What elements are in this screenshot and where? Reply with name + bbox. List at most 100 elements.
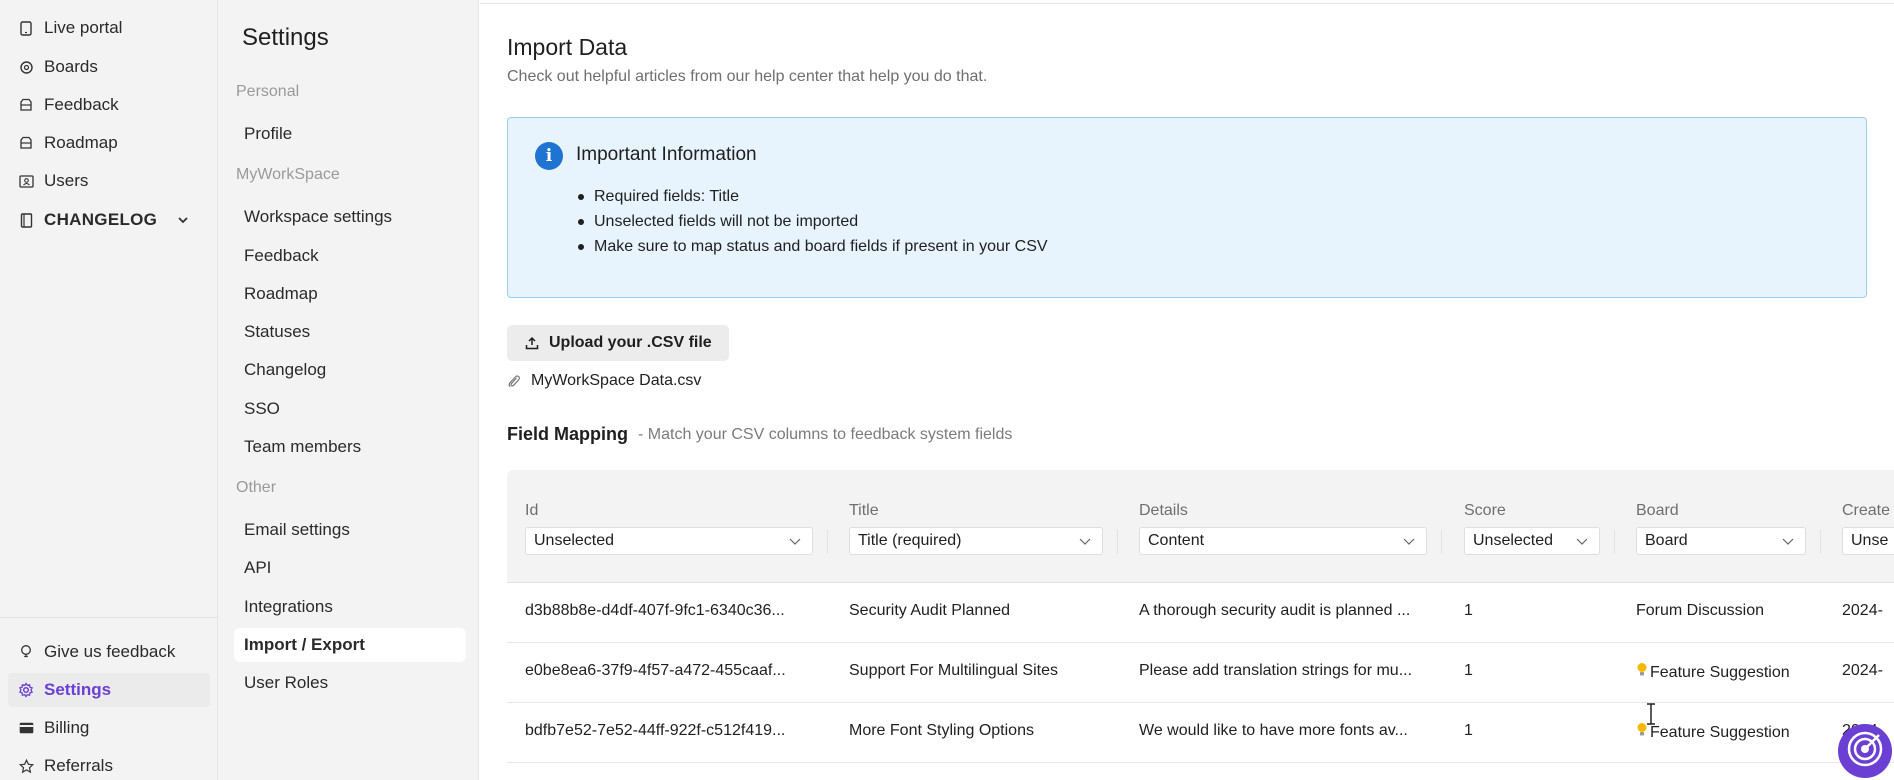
nav-feedback[interactable]: Feedback: [0, 88, 218, 122]
nav-changelog[interactable]: CHANGELOG: [0, 203, 218, 237]
table-row: e0be8ea6-37f9-4f57-a472-455caaf... Suppo…: [507, 643, 1894, 703]
info-title: Important Information: [576, 144, 757, 165]
nav-roadmap[interactable]: Roadmap: [0, 126, 218, 160]
chevron-down-icon[interactable]: [176, 212, 190, 232]
cell-title: More Font Styling Options: [849, 722, 1034, 739]
cell-score: 1: [1464, 722, 1473, 739]
chevron-down-icon: [1575, 534, 1589, 553]
select-value: Title (required): [858, 532, 962, 549]
nav-referrals[interactable]: Referrals: [0, 749, 218, 780]
nav-label: Referrals: [44, 756, 113, 775]
target-icon: [1845, 729, 1885, 774]
cell-details: Please add translation strings for mu...: [1139, 662, 1413, 679]
mapping-table: Id Unselected Title Title (required) Det…: [507, 470, 1894, 780]
chevron-down-icon: [1078, 534, 1092, 553]
nav-label: Billing: [44, 718, 90, 737]
nav-divider: [0, 617, 218, 618]
settings-item-profile[interactable]: Profile: [234, 117, 466, 151]
chevron-down-icon: [1402, 534, 1416, 553]
info-icon: i: [535, 142, 563, 170]
cell-details: We would like to have more fonts av...: [1139, 722, 1408, 739]
field-mapping-title: Field Mapping: [507, 424, 628, 444]
column-header-details: Details: [1139, 502, 1188, 519]
section-label-workspace: MyWorkSpace: [236, 166, 340, 183]
nav-settings[interactable]: Settings: [8, 673, 210, 707]
lightbulb-icon: [18, 644, 34, 660]
cell-id: e0be8ea6-37f9-4f57-a472-455caaf...: [525, 662, 786, 679]
column-separator: [1820, 530, 1821, 554]
settings-item-sso[interactable]: SSO: [234, 392, 466, 426]
upload-csv-button[interactable]: Upload your .CSV file: [507, 325, 729, 361]
board-label: Feature Suggestion: [1650, 664, 1790, 681]
table-row: d3b88b8e-d4df-407f-9fc1-6340c36... Secur…: [507, 583, 1894, 643]
settings-item-user-roles[interactable]: User Roles: [234, 666, 466, 700]
top-divider: [480, 3, 1894, 4]
settings-item-statuses[interactable]: Statuses: [234, 315, 466, 349]
chevron-down-icon: [788, 534, 802, 553]
cell-score: 1: [1464, 662, 1473, 679]
cell-id: bdfb7e52-7e52-44ff-922f-c512f419...: [525, 722, 786, 739]
help-widget-button[interactable]: [1838, 724, 1892, 778]
cell-created: 2024-: [1842, 602, 1883, 619]
settings-item-roadmap[interactable]: Roadmap: [234, 277, 466, 311]
nav-boards[interactable]: Boards: [0, 50, 218, 84]
chevron-down-icon: [1781, 534, 1795, 553]
section-label-personal: Personal: [236, 83, 300, 100]
title-mapping-select[interactable]: Title (required): [849, 527, 1103, 555]
cell-created: 2024-: [1842, 662, 1883, 679]
info-bullet: Unselected fields will not be imported: [576, 209, 1048, 234]
nav-label: Feedback: [44, 95, 119, 114]
tablet-icon: [18, 20, 34, 36]
file-name: MyWorkSpace Data.csv: [531, 372, 702, 389]
id-mapping-select[interactable]: Unselected: [525, 527, 813, 555]
nav-users[interactable]: Users: [0, 164, 218, 198]
nav-give-feedback[interactable]: Give us feedback: [0, 635, 218, 669]
upload-label: Upload your .CSV file: [549, 334, 712, 351]
nav-label: Give us feedback: [44, 642, 176, 661]
info-callout: i Important Information Required fields:…: [507, 117, 1867, 298]
paperclip-icon: [507, 374, 521, 389]
select-value: Unse: [1851, 532, 1889, 549]
nav-label: Settings: [44, 680, 112, 699]
nav-label: Live portal: [44, 18, 123, 37]
cell-score: 1: [1464, 602, 1473, 619]
nav-label: Users: [44, 171, 89, 190]
nav-label: Boards: [44, 57, 98, 76]
settings-item-team-members[interactable]: Team members: [234, 430, 466, 464]
column-separator: [1614, 530, 1615, 554]
select-value: Board: [1645, 532, 1688, 549]
settings-title: Settings: [242, 24, 329, 51]
page-title: Import Data: [507, 34, 628, 60]
settings-item-workspace-settings[interactable]: Workspace settings: [234, 200, 466, 234]
column-header-created: Create: [1842, 502, 1891, 519]
created-mapping-select[interactable]: Unse: [1842, 527, 1894, 555]
column-separator: [1117, 530, 1118, 554]
settings-item-feedback[interactable]: Feedback: [234, 239, 466, 273]
settings-item-import-export[interactable]: Import / Export: [234, 628, 466, 662]
cell-board: Feature Suggestion: [1636, 662, 1790, 682]
inbox-icon: [18, 97, 34, 113]
gear-icon: [18, 682, 34, 698]
nav-live-portal[interactable]: Live portal: [0, 11, 218, 45]
left-nav: Live portal Boards Feedback Roadmap User…: [0, 0, 218, 780]
text-cursor-icon: [1646, 703, 1656, 730]
info-list: Required fields: Title Unselected fields…: [576, 184, 1048, 259]
table-row: bdfb7e52-7e52-44ff-922f-c512f419... More…: [507, 703, 1894, 763]
settings-item-changelog[interactable]: Changelog: [234, 353, 466, 387]
nav-billing[interactable]: Billing: [0, 711, 218, 745]
settings-item-api[interactable]: API: [234, 551, 466, 585]
field-mapping-subtitle: - Match your CSV columns to feedback sys…: [638, 426, 1013, 443]
board-mapping-select[interactable]: Board: [1636, 527, 1806, 555]
settings-sidebar: Settings Personal Profile MyWorkSpace Wo…: [218, 0, 479, 780]
score-mapping-select[interactable]: Unselected: [1464, 527, 1600, 555]
details-mapping-select[interactable]: Content: [1139, 527, 1427, 555]
main-content: Import Data Check out helpful articles f…: [480, 0, 1894, 780]
select-value: Unselected: [1473, 532, 1554, 549]
upload-icon: [525, 336, 539, 350]
info-bullet: Make sure to map status and board fields…: [576, 234, 1048, 259]
column-separator: [1441, 530, 1442, 554]
column-header-id: Id: [525, 502, 539, 519]
settings-item-integrations[interactable]: Integrations: [234, 590, 466, 624]
nav-label: Roadmap: [44, 133, 118, 152]
settings-item-email-settings[interactable]: Email settings: [234, 513, 466, 547]
